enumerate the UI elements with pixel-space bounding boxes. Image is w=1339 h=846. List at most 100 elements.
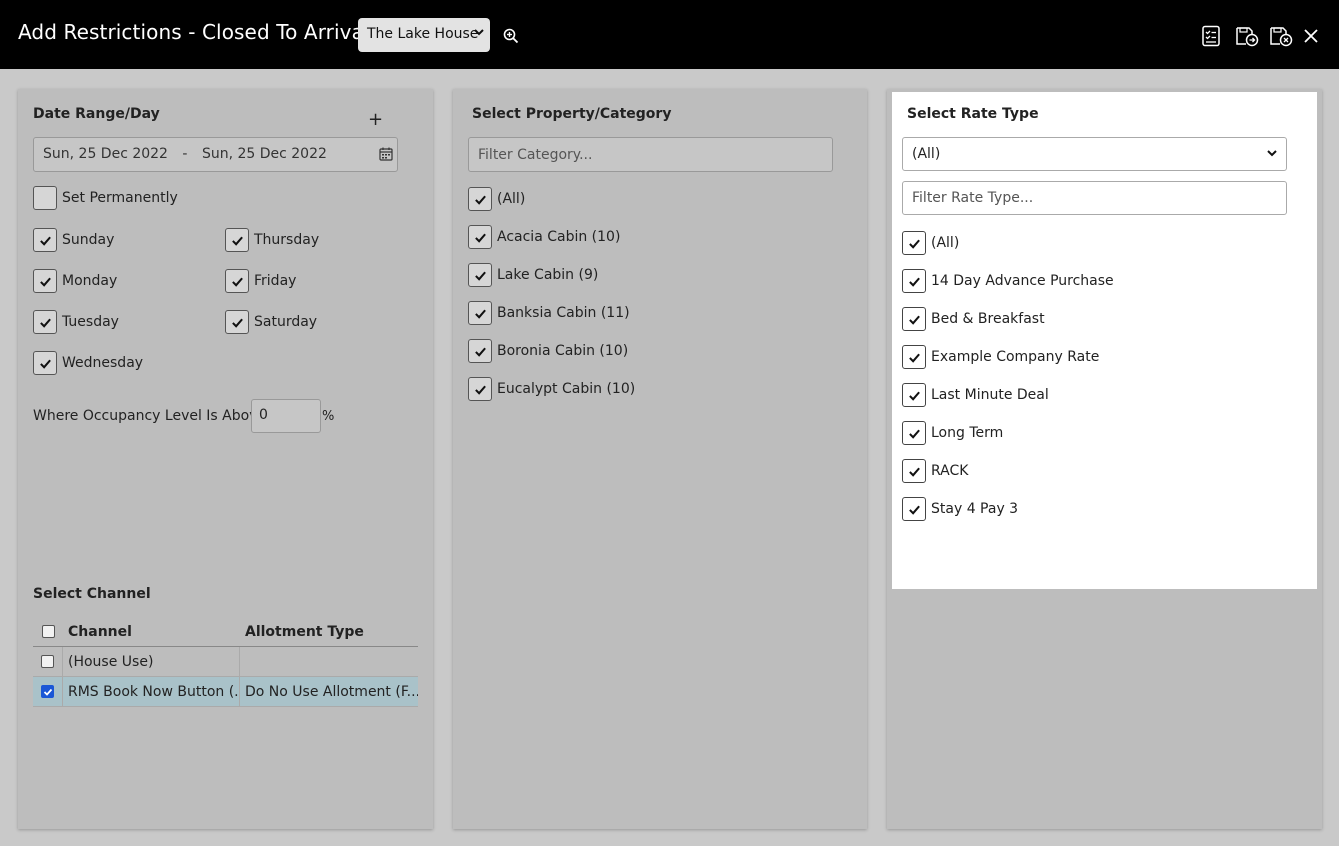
rate-type-select-value: (All) (912, 146, 941, 162)
rate-type-panel: Select Rate Type (All) Filter Rate Type.… (887, 89, 1322, 829)
checkmark-icon (33, 351, 57, 375)
checkmark-icon (902, 269, 926, 293)
checkbox-label: Tuesday (62, 314, 119, 330)
rate-type-checkbox[interactable]: 14 Day Advance Purchase (902, 269, 1114, 293)
checkmark-icon (225, 310, 249, 334)
rate-type-checkbox[interactable]: Long Term (902, 421, 1003, 445)
date-range-title: Date Range/Day (33, 106, 160, 122)
checkmark-icon (225, 228, 249, 252)
chevron-down-icon (1266, 147, 1278, 159)
rate-type-select[interactable]: (All) (902, 137, 1287, 171)
day-checkbox-monday[interactable]: Monday (33, 269, 117, 293)
add-date-range-button[interactable]: + (368, 109, 383, 130)
category-checkbox[interactable]: Acacia Cabin (10) (468, 225, 620, 249)
checkmark-icon (33, 310, 57, 334)
checkbox-label: Acacia Cabin (10) (497, 229, 621, 245)
checkmark-icon (468, 339, 492, 363)
checkmark-icon (468, 225, 492, 249)
checkbox-label: Friday (254, 273, 297, 289)
category-checkbox[interactable]: Lake Cabin (9) (468, 263, 598, 287)
table-row[interactable]: (House Use) (33, 647, 418, 677)
day-checkbox-wednesday[interactable]: Wednesday (33, 351, 143, 375)
day-checkbox-tuesday[interactable]: Tuesday (33, 310, 119, 334)
channel-table-header: Channel Allotment Type (33, 617, 418, 647)
checkmark-icon (33, 269, 57, 293)
checkmark-icon (468, 377, 492, 401)
rate-type-title: Select Rate Type (907, 106, 1039, 122)
checkbox-label: Bed & Breakfast (931, 311, 1045, 327)
occupancy-label: Where Occupancy Level Is Above (33, 408, 267, 424)
column-header-channel[interactable]: Channel (63, 617, 240, 646)
day-checkbox-saturday[interactable]: Saturday (225, 310, 317, 334)
filter-rate-type-placeholder: Filter Rate Type... (912, 190, 1034, 206)
checkbox-box (33, 186, 57, 210)
rate-type-card: Select Rate Type (All) Filter Rate Type.… (892, 92, 1317, 589)
close-icon[interactable] (1302, 27, 1324, 49)
checkbox-label: RACK (931, 463, 969, 479)
checkmark-icon (468, 263, 492, 287)
allotment-cell (240, 647, 418, 676)
filter-category-placeholder: Filter Category... (478, 147, 593, 163)
checkbox-label: Sunday (62, 232, 115, 248)
checkmark-icon (902, 231, 926, 255)
day-checkbox-sunday[interactable]: Sunday (33, 228, 114, 252)
checkmark-icon (902, 345, 926, 369)
rate-type-checkbox[interactable]: (All) (902, 231, 959, 255)
property-category-panel: Select Property/Category Filter Category… (453, 89, 867, 829)
checkmark-icon (902, 307, 926, 331)
checkbox-label: Boronia Cabin (10) (497, 343, 629, 359)
set-permanently-label: Set Permanently (62, 190, 178, 206)
checkbox-label: Last Minute Deal (931, 387, 1049, 403)
checkbox-label: (All) (931, 235, 960, 251)
rate-type-checkbox[interactable]: RACK (902, 459, 968, 483)
channel-row-checkbox[interactable] (41, 655, 54, 668)
day-checkbox-thursday[interactable]: Thursday (225, 228, 319, 252)
checkbox-label: Thursday (254, 232, 320, 248)
filter-rate-type-input[interactable]: Filter Rate Type... (902, 181, 1287, 215)
category-checkbox[interactable]: Banksia Cabin (11) (468, 301, 630, 325)
chevron-down-icon (474, 27, 484, 40)
date-from: Sun, 25 Dec 2022 (43, 146, 168, 162)
checkbox-label: Example Company Rate (931, 349, 1100, 365)
checkmark-icon (468, 187, 492, 211)
checkmark-icon (33, 228, 57, 252)
checkbox-label: (All) (497, 191, 526, 207)
filter-category-input[interactable]: Filter Category... (468, 137, 833, 172)
category-checkbox[interactable]: (All) (468, 187, 525, 211)
category-checkbox[interactable]: Eucalypt Cabin (10) (468, 377, 635, 401)
select-all-channels-checkbox[interactable] (41, 625, 55, 638)
category-checkbox[interactable]: Boronia Cabin (10) (468, 339, 628, 363)
table-row[interactable]: RMS Book Now Button (... Do No Use Allotm… (33, 677, 418, 707)
checkmark-icon (902, 383, 926, 407)
top-bar: Add Restrictions - Closed To Arrival The… (0, 0, 1339, 69)
channel-row-checkbox[interactable] (41, 685, 54, 698)
checkbox-label: Wednesday (62, 355, 144, 371)
rate-type-checkbox[interactable]: Example Company Rate (902, 345, 1099, 369)
day-checkbox-friday[interactable]: Friday (225, 269, 296, 293)
checkmark-icon (225, 269, 249, 293)
checklist-icon[interactable] (1200, 25, 1222, 47)
save-close-icon[interactable] (1269, 25, 1293, 47)
checkbox-label: Eucalypt Cabin (10) (497, 381, 636, 397)
rate-type-checkbox[interactable]: Stay 4 Pay 3 (902, 497, 1018, 521)
checkbox-label: Lake Cabin (9) (497, 267, 599, 283)
zoom-in-icon[interactable] (503, 28, 519, 44)
checkbox-label: Long Term (931, 425, 1004, 441)
save-next-icon[interactable] (1235, 25, 1259, 47)
checkbox-label: Stay 4 Pay 3 (931, 501, 1019, 517)
rate-type-checkbox[interactable]: Bed & Breakfast (902, 307, 1045, 331)
checkmark-icon (468, 301, 492, 325)
checkbox-label: Monday (62, 273, 118, 289)
channel-cell: RMS Book Now Button (... (63, 677, 240, 706)
occupancy-input[interactable]: 0 (251, 399, 321, 433)
property-select[interactable]: The Lake House (358, 18, 490, 52)
column-header-allotment-type[interactable]: Allotment Type (240, 617, 418, 646)
checkbox-label: Banksia Cabin (11) (497, 305, 630, 321)
date-range-field[interactable]: Sun, 25 Dec 2022 - Sun, 25 Dec 2022 (33, 137, 398, 172)
rate-type-checkbox[interactable]: Last Minute Deal (902, 383, 1049, 407)
calendar-icon[interactable] (379, 147, 393, 161)
checkmark-icon (902, 459, 926, 483)
set-permanently-checkbox[interactable]: Set Permanently (33, 186, 178, 210)
checkbox-label: Saturday (254, 314, 318, 330)
occupancy-unit: % (322, 409, 335, 424)
